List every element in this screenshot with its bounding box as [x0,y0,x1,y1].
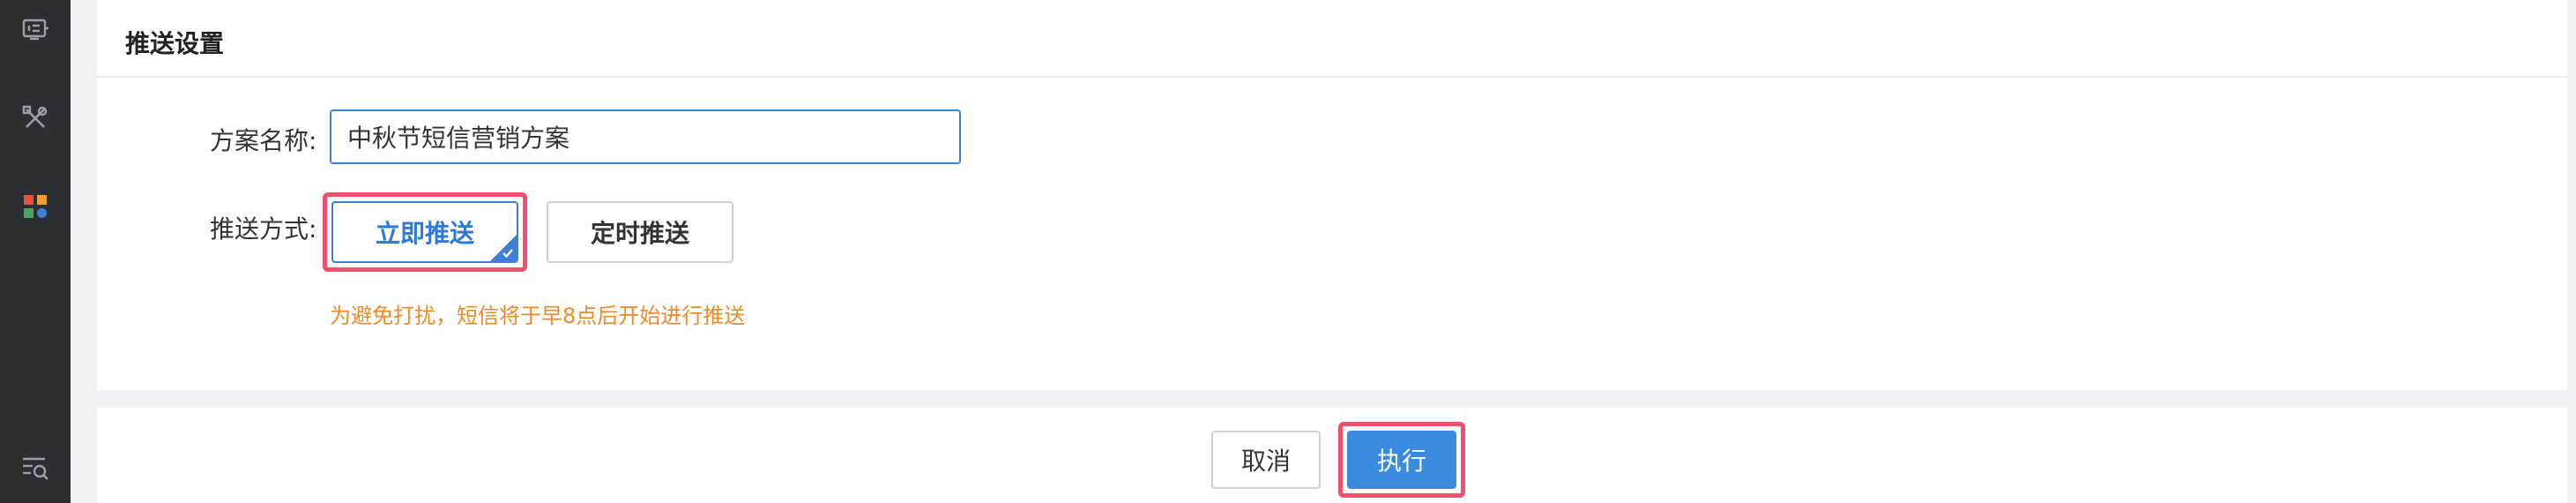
check-icon [503,249,513,259]
scheduled-push-label: 定时推送 [590,219,689,248]
apps-grid-icon[interactable] [18,189,53,224]
app-root: 推送设置 方案名称: 推送方式: 立即推送 定时推送 为避免打扰，短信将于早8点… [0,0,2576,503]
list-search-icon[interactable] [18,450,53,485]
push-mode-label: 推送方式: [210,214,317,244]
plan-name-input[interactable] [330,109,961,164]
divider [97,76,2567,78]
push-now-label: 立即推送 [375,219,474,248]
push-settings-panel: 推送设置 方案名称: 推送方式: 立即推送 定时推送 为避免打扰，短信将于早8点… [97,0,2567,390]
plan-name-label: 方案名称: [210,126,317,155]
execute-button[interactable]: 执行 [1347,431,1456,489]
sidebar [0,0,71,503]
push-now-option[interactable]: 立即推送 [331,201,518,263]
cancel-button[interactable]: 取消 [1211,431,1321,489]
push-hint-text: 为避免打扰，短信将于早8点后开始进行推送 [330,304,746,328]
monitor-list-icon[interactable] [18,12,53,48]
panel-title: 推送设置 [125,29,225,58]
tools-icon[interactable] [18,101,53,136]
scheduled-push-option[interactable]: 定时推送 [547,201,733,263]
action-footer: 取消 执行 [97,408,2567,503]
